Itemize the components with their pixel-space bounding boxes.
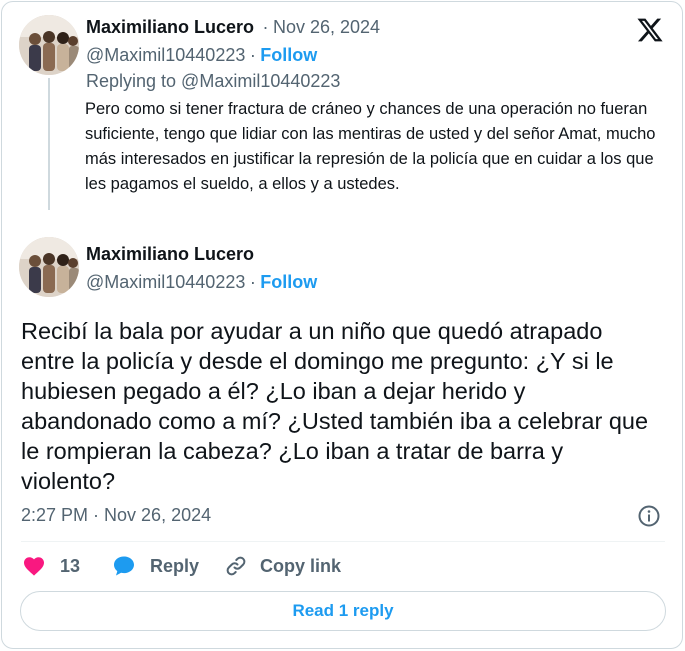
replying-to[interactable]: Replying to @Maximil10440223 — [86, 71, 340, 92]
like-button[interactable]: 13 — [22, 554, 80, 578]
separator: · — [262, 17, 269, 37]
separator: · — [249, 272, 256, 292]
speech-bubble-icon — [114, 556, 134, 576]
follow-button[interactable]: Follow — [260, 272, 317, 292]
thread-connector-line — [48, 78, 50, 210]
like-count: 13 — [60, 555, 81, 576]
read-replies-button[interactable]: Read 1 reply — [20, 591, 666, 631]
link-icon — [226, 556, 246, 576]
reply-tweet-text: Pero como si tener fractura de cráneo y … — [85, 100, 656, 193]
separator: · — [249, 45, 256, 65]
copy-link-button[interactable]: Copy link — [224, 554, 341, 578]
tweet-date[interactable]: Nov 26, 2024 — [273, 17, 380, 37]
avatar[interactable] — [19, 237, 79, 297]
avatar[interactable] — [19, 15, 79, 75]
avatar-photo — [19, 15, 79, 75]
x-logo-icon[interactable] — [636, 16, 664, 44]
author-name[interactable]: Maximiliano Lucero — [86, 244, 254, 264]
reply-label: Reply — [150, 555, 200, 576]
heart-icon — [24, 557, 44, 576]
copy-link-label: Copy link — [260, 555, 342, 576]
reply-button[interactable]: Reply — [112, 554, 199, 578]
main-tweet-text: Recibí la bala por ayudar a un niño que … — [21, 318, 649, 494]
author-handle[interactable]: @Maximil10440223 — [86, 272, 245, 292]
author-name[interactable]: Maximiliano Lucero — [86, 17, 254, 37]
tweet-timestamp[interactable]: 2:27 PM · Nov 26, 2024 — [21, 505, 211, 526]
divider — [21, 541, 665, 542]
follow-button[interactable]: Follow — [260, 45, 317, 65]
info-icon[interactable] — [637, 504, 661, 528]
read-replies-label: Read 1 reply — [292, 601, 394, 620]
author-handle[interactable]: @Maximil10440223 — [86, 45, 245, 65]
avatar-photo — [19, 237, 79, 297]
